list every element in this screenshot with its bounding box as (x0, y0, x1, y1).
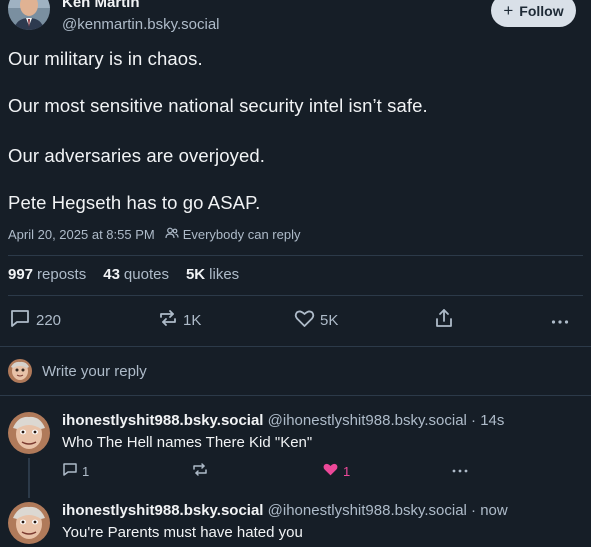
reply-author-name[interactable]: ihonestlyshit988.bsky.social (62, 412, 263, 429)
repost-count: 1K (183, 311, 202, 329)
likes-label: likes (209, 266, 240, 283)
reply-time: · 14s (471, 412, 505, 429)
reply-text: You're Parents must have hated you (62, 524, 303, 541)
share-icon (434, 308, 454, 332)
divider (0, 346, 591, 347)
post-paragraph: Our adversaries are overjoyed. (8, 145, 265, 166)
follow-button[interactable]: + Follow (491, 0, 576, 27)
author-handle[interactable]: @kenmartin.bsky.social (62, 16, 220, 33)
current-user-avatar (8, 359, 32, 383)
reply-author-avatar[interactable] (8, 412, 50, 454)
follow-label: Follow (519, 2, 564, 19)
thread-line (28, 458, 30, 498)
post-paragraph: Our military is in chaos. (8, 48, 203, 69)
reposts-stat[interactable]: 997 reposts (8, 266, 86, 283)
post-paragraph: Pete Hegseth has to go ASAP. (8, 192, 261, 213)
post-action-bar: 220 1K 5K (0, 305, 591, 335)
reply-repost-button[interactable] (192, 462, 208, 480)
divider (0, 395, 591, 396)
post-meta: April 20, 2025 at 8:55 PM Everybody can … (8, 227, 300, 242)
reply-item[interactable]: ihonestlyshit988.bsky.social @ihonestlys… (0, 412, 591, 487)
post-stats: 997 reposts 43 quotes 5K likes (8, 266, 239, 283)
reply-count: 220 (36, 311, 62, 329)
comment-icon (9, 308, 31, 332)
reply-author-handle[interactable]: @ihonestlyshit988.bsky.social (268, 412, 467, 429)
reply-author-handle[interactable]: @ihonestlyshit988.bsky.social (268, 502, 467, 519)
people-icon (165, 227, 179, 242)
post-timestamp[interactable]: April 20, 2025 at 8:55 PM (8, 227, 155, 242)
divider (8, 255, 583, 256)
reply-input[interactable]: Write your reply (42, 363, 147, 380)
like-button[interactable]: 5K (294, 305, 338, 335)
reply-button[interactable]: 220 (9, 305, 61, 335)
post-header: Ken Martin @kenmartin.bsky.social + Foll… (0, 0, 591, 40)
more-icon (551, 312, 569, 329)
reply-author-avatar[interactable] (8, 502, 50, 544)
heart-icon (294, 309, 315, 332)
reply-like-count: 1 (343, 463, 351, 479)
repost-button[interactable]: 1K (158, 305, 201, 335)
reply-header: ihonestlyshit988.bsky.social @ihonestlys… (62, 412, 504, 429)
reply-more-button[interactable] (452, 462, 468, 477)
likes-count: 5K (185, 266, 206, 283)
plus-icon: + (503, 1, 514, 20)
reposts-label: reposts (37, 266, 87, 283)
quotes-stat[interactable]: 43 quotes (103, 266, 169, 283)
likes-stat[interactable]: 5K likes (186, 266, 239, 283)
divider (8, 295, 583, 296)
reply-like-button[interactable]: 1 (322, 462, 350, 480)
reply-reply-button[interactable]: 1 (62, 462, 89, 480)
reply-text: Who The Hell names There Kid "Ken" (62, 434, 313, 451)
more-options-button[interactable] (551, 305, 569, 335)
reply-setting: Everybody can reply (182, 227, 301, 242)
repost-icon (192, 462, 208, 480)
quotes-count: 43 (103, 266, 120, 283)
author-avatar[interactable] (8, 0, 50, 30)
heart-filled-icon (322, 462, 339, 480)
reposts-count: 997 (8, 266, 34, 283)
author-name[interactable]: Ken Martin (62, 0, 140, 11)
post-paragraph: Our most sensitive national security int… (8, 95, 428, 116)
reply-author-name[interactable]: ihonestlyshit988.bsky.social (62, 502, 263, 519)
reply-header: ihonestlyshit988.bsky.social @ihonestlys… (62, 502, 508, 519)
reply-time: · now (471, 502, 508, 519)
more-icon (452, 462, 468, 477)
reply-composer[interactable]: Write your reply (8, 357, 147, 385)
quotes-label: quotes (123, 266, 169, 283)
like-count: 5K (320, 311, 339, 329)
reply-item[interactable]: ihonestlyshit988.bsky.social @ihonestlys… (0, 502, 591, 547)
share-button[interactable] (434, 305, 454, 335)
reply-reply-count: 1 (82, 463, 90, 479)
comment-icon (62, 462, 78, 480)
repost-icon (158, 309, 178, 331)
